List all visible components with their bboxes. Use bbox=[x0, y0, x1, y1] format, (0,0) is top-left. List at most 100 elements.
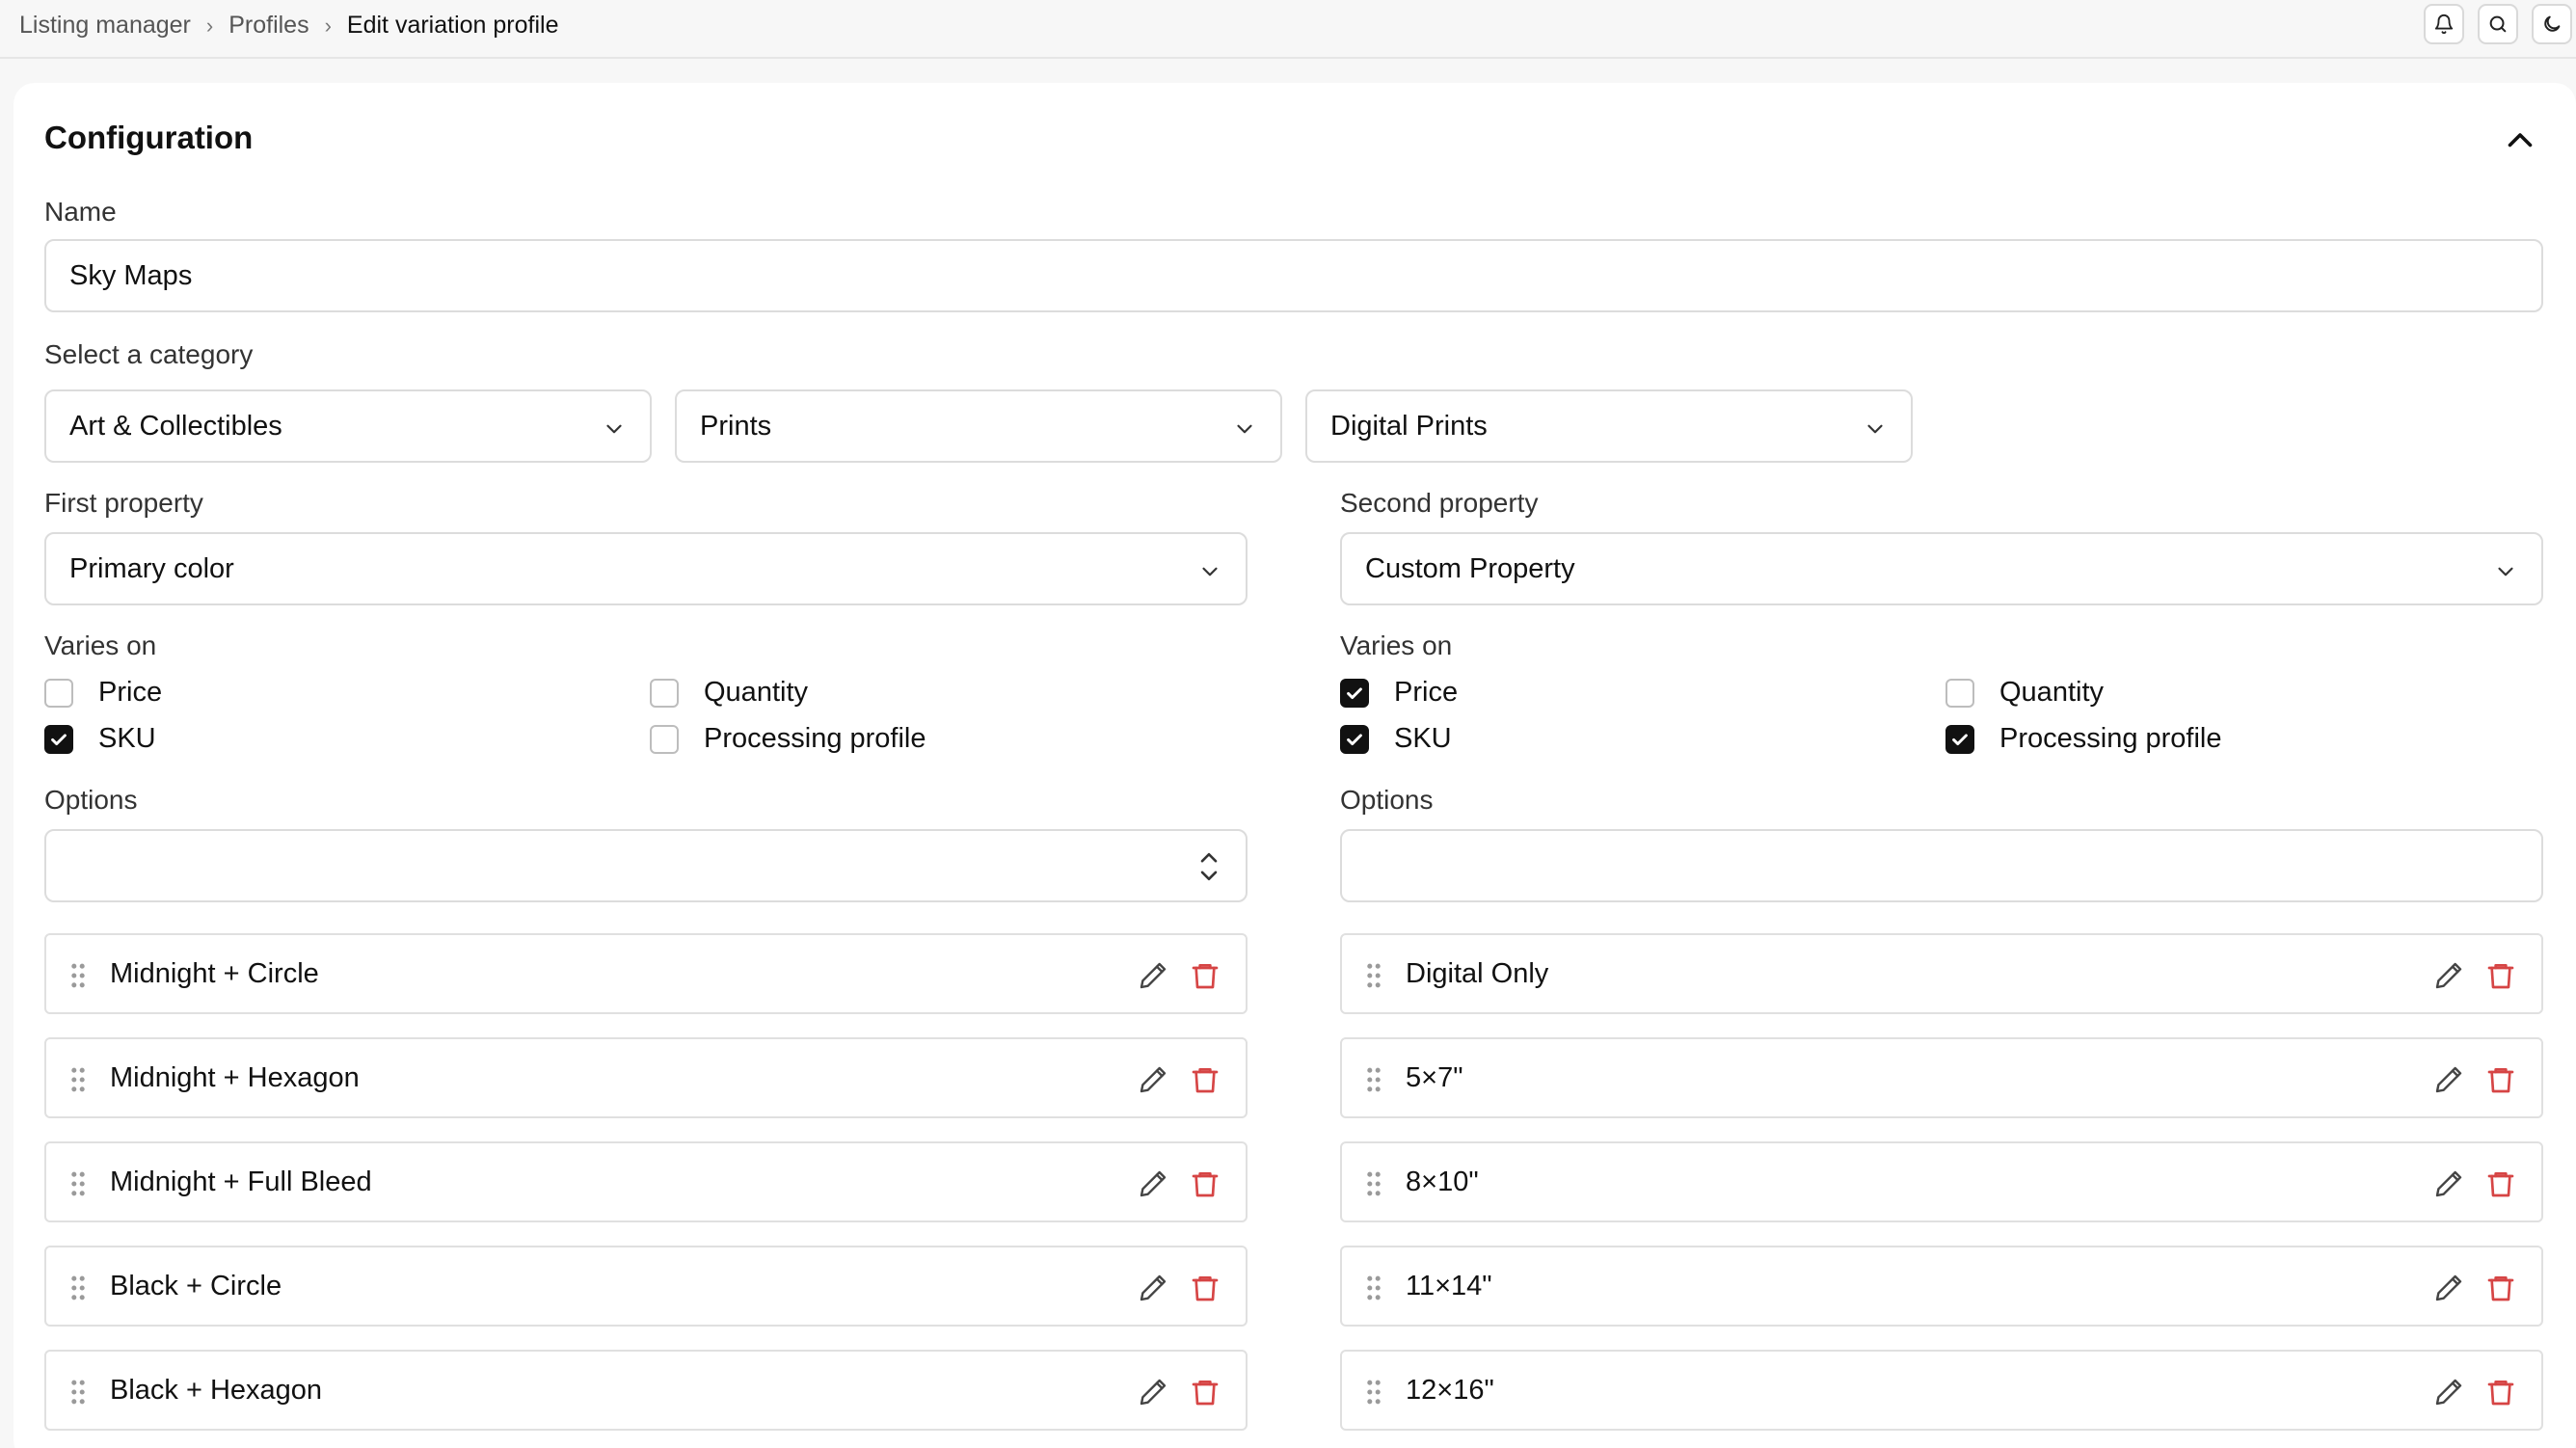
trash-icon[interactable] bbox=[1190, 1273, 1221, 1303]
pencil-icon[interactable] bbox=[1138, 1168, 1168, 1199]
theme-toggle-button[interactable] bbox=[2532, 4, 2572, 44]
category-label: Select a category bbox=[44, 339, 254, 369]
pencil-icon[interactable] bbox=[1138, 960, 1168, 991]
second-option-row[interactable]: 8×10" bbox=[1340, 1141, 2543, 1222]
chevron-up-icon[interactable] bbox=[2503, 123, 2537, 158]
name-label: Name bbox=[44, 197, 117, 227]
trash-icon[interactable] bbox=[2485, 1168, 2516, 1199]
checkbox-label: Price bbox=[98, 677, 163, 708]
pencil-icon[interactable] bbox=[2433, 1273, 2464, 1303]
pencil-icon[interactable] bbox=[1138, 1377, 1168, 1408]
checkbox[interactable] bbox=[44, 678, 73, 708]
pencil-icon[interactable] bbox=[2433, 1064, 2464, 1095]
pencil-icon[interactable] bbox=[2433, 1377, 2464, 1408]
trash-icon[interactable] bbox=[2485, 1377, 2516, 1408]
pencil-icon[interactable] bbox=[2433, 1168, 2464, 1199]
second-option-row[interactable]: 11×14" bbox=[1340, 1246, 2543, 1327]
check-icon bbox=[1952, 733, 1968, 745]
category-select-2-value: Prints bbox=[700, 410, 772, 442]
option-label: 5×7" bbox=[1406, 1062, 1463, 1093]
chevron-right-icon: › bbox=[205, 13, 214, 38]
second-property-label: Second property bbox=[1340, 488, 1539, 518]
moon-icon bbox=[2544, 15, 2561, 32]
first-check-processing-profile[interactable]: Processing profile bbox=[650, 723, 926, 755]
second-property-value: Custom Property bbox=[1365, 552, 1575, 584]
drag-handle-icon[interactable] bbox=[69, 1066, 87, 1093]
pencil-icon[interactable] bbox=[1138, 1273, 1168, 1303]
drag-handle-icon[interactable] bbox=[69, 962, 87, 989]
drag-handle-icon[interactable] bbox=[69, 1274, 87, 1301]
search-button[interactable] bbox=[2478, 4, 2518, 44]
top-bar: Listing manager › Profiles › Edit variat… bbox=[0, 0, 2576, 59]
trash-icon[interactable] bbox=[2485, 960, 2516, 991]
trash-icon[interactable] bbox=[2485, 1064, 2516, 1095]
option-label: 12×16" bbox=[1406, 1375, 1494, 1406]
category-select-3-value: Digital Prints bbox=[1330, 410, 1488, 442]
checkbox[interactable] bbox=[1945, 724, 1974, 754]
second-option-row[interactable]: 5×7" bbox=[1340, 1037, 2543, 1118]
chevron-right-icon: › bbox=[324, 13, 332, 38]
trash-icon[interactable] bbox=[1190, 1168, 1221, 1199]
checkbox[interactable] bbox=[1945, 678, 1974, 708]
category-select-2[interactable]: Prints bbox=[675, 389, 1282, 463]
notifications-button[interactable] bbox=[2424, 4, 2464, 44]
option-label: 11×14" bbox=[1406, 1271, 1492, 1301]
second-check-quantity[interactable]: Quantity bbox=[1945, 677, 2104, 709]
pencil-icon[interactable] bbox=[1138, 1064, 1168, 1095]
second-check-processing-profile[interactable]: Processing profile bbox=[1945, 723, 2222, 755]
chevron-down-icon bbox=[1202, 567, 1218, 577]
first-check-quantity[interactable]: Quantity bbox=[650, 677, 808, 709]
category-select-1[interactable]: Art & Collectibles bbox=[44, 389, 652, 463]
checkbox[interactable] bbox=[1340, 724, 1369, 754]
breadcrumb-profiles[interactable]: Profiles bbox=[228, 12, 309, 40]
drag-handle-icon[interactable] bbox=[69, 1170, 87, 1197]
checkbox[interactable] bbox=[44, 724, 73, 754]
name-input[interactable]: Sky Maps bbox=[44, 239, 2543, 312]
first-option-row[interactable]: Midnight + Full Bleed bbox=[44, 1141, 1248, 1222]
first-property-select[interactable]: Primary color bbox=[44, 532, 1248, 605]
second-options-input[interactable] bbox=[1340, 829, 2543, 902]
checkbox-label: SKU bbox=[1394, 723, 1452, 754]
first-option-row[interactable]: Black + Circle bbox=[44, 1246, 1248, 1327]
checkbox[interactable] bbox=[1340, 678, 1369, 708]
first-check-price[interactable]: Price bbox=[44, 677, 162, 709]
drag-handle-icon[interactable] bbox=[1365, 962, 1382, 989]
second-option-row[interactable]: 12×16" bbox=[1340, 1350, 2543, 1431]
first-property-label: First property bbox=[44, 488, 203, 518]
second-property-select[interactable]: Custom Property bbox=[1340, 532, 2543, 605]
option-label: Midnight + Full Bleed bbox=[110, 1166, 372, 1197]
drag-handle-icon[interactable] bbox=[1365, 1379, 1382, 1406]
trash-icon[interactable] bbox=[1190, 1064, 1221, 1095]
drag-handle-icon[interactable] bbox=[1365, 1170, 1382, 1197]
breadcrumb-listing-manager[interactable]: Listing manager bbox=[19, 12, 191, 40]
category-select-3[interactable]: Digital Prints bbox=[1305, 389, 1913, 463]
first-options-select[interactable] bbox=[44, 829, 1248, 902]
second-option-row[interactable]: Digital Only bbox=[1340, 933, 2543, 1014]
checkbox[interactable] bbox=[650, 724, 679, 754]
chevron-down-icon bbox=[1867, 424, 1883, 434]
search-icon bbox=[2489, 15, 2507, 33]
second-options-label: Options bbox=[1340, 785, 1434, 815]
breadcrumb: Listing manager › Profiles › Edit variat… bbox=[19, 12, 558, 40]
first-option-row[interactable]: Midnight + Circle bbox=[44, 933, 1248, 1014]
checkbox-label: Processing profile bbox=[1999, 723, 2222, 754]
first-property-value: Primary color bbox=[69, 552, 234, 584]
checkbox[interactable] bbox=[650, 678, 679, 708]
second-check-price[interactable]: Price bbox=[1340, 677, 1458, 709]
checkbox-label: Quantity bbox=[704, 677, 808, 708]
first-check-sku[interactable]: SKU bbox=[44, 723, 156, 755]
section-title: Configuration bbox=[44, 120, 254, 155]
drag-handle-icon[interactable] bbox=[69, 1379, 87, 1406]
chevron-down-icon bbox=[606, 424, 622, 434]
trash-icon[interactable] bbox=[1190, 960, 1221, 991]
trash-icon[interactable] bbox=[1190, 1377, 1221, 1408]
checkbox-label: Processing profile bbox=[704, 723, 926, 754]
pencil-icon[interactable] bbox=[2433, 960, 2464, 991]
first-option-row[interactable]: Black + Hexagon bbox=[44, 1350, 1248, 1431]
drag-handle-icon[interactable] bbox=[1365, 1066, 1382, 1093]
chevron-down-icon bbox=[1237, 424, 1252, 434]
first-option-row[interactable]: Midnight + Hexagon bbox=[44, 1037, 1248, 1118]
trash-icon[interactable] bbox=[2485, 1273, 2516, 1303]
second-check-sku[interactable]: SKU bbox=[1340, 723, 1452, 755]
drag-handle-icon[interactable] bbox=[1365, 1274, 1382, 1301]
